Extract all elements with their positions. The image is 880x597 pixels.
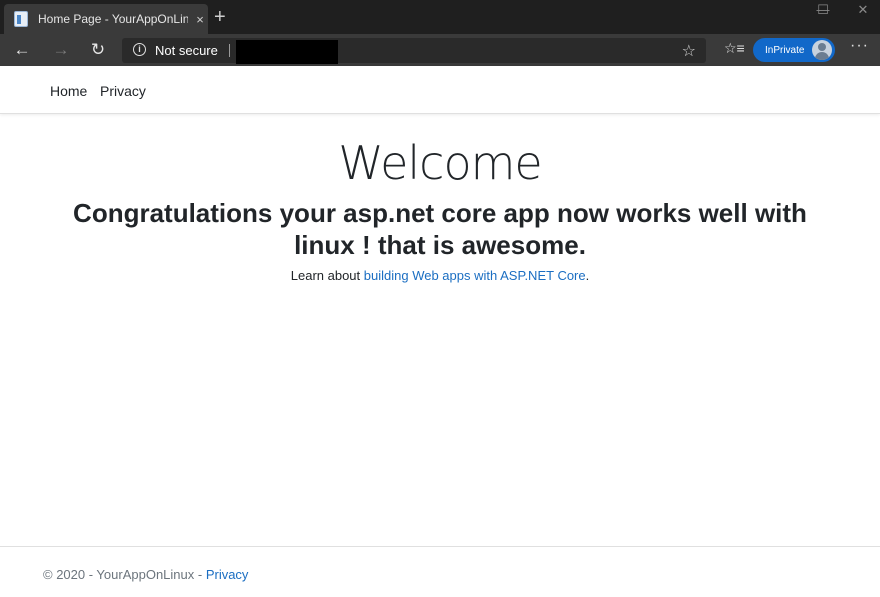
info-icon[interactable]: i (133, 43, 146, 56)
congrats-message: Congratulations your asp.net core app no… (73, 198, 807, 260)
new-tab-icon[interactable]: + (214, 6, 226, 28)
nav-link-privacy[interactable]: Privacy (100, 83, 146, 99)
nav-link-home[interactable]: Home (50, 83, 87, 99)
forward-icon[interactable]: → (49, 39, 73, 61)
maximize-icon[interactable]: ☐ (808, 2, 838, 18)
inprivate-label: InPrivate (765, 44, 805, 56)
footer-text: © 2020 - YourAppOnLinux - Privacy (43, 567, 248, 582)
back-icon[interactable]: ← (10, 39, 34, 61)
browser-tab[interactable]: Home Page - YourAppOnLinux × (4, 4, 208, 34)
learn-prefix: Learn about (290, 268, 364, 283)
security-label[interactable]: Not secure (155, 43, 218, 58)
browser-toolbar: ← → ↻ i Not secure ☆ ☆≡ InPrivate ··· (0, 34, 880, 66)
footer: © 2020 - YourAppOnLinux - Privacy (0, 546, 880, 597)
main-content: Welcome Congratulations your asp.net cor… (0, 114, 880, 546)
learn-paragraph: Learn about building Web apps with ASP.N… (0, 268, 880, 283)
close-icon[interactable]: × (192, 12, 208, 27)
tab-title: Home Page - YourAppOnLinux (38, 12, 188, 26)
learn-link[interactable]: building Web apps with ASP.NET Core (364, 268, 586, 283)
profile-avatar-icon (812, 40, 832, 60)
footer-privacy-link[interactable]: Privacy (206, 567, 249, 582)
inprivate-button[interactable]: InPrivate (753, 38, 835, 62)
more-options-icon[interactable]: ··· (850, 37, 869, 55)
address-bar[interactable]: i Not secure ☆ (122, 38, 706, 64)
site-navbar: Home Privacy (0, 66, 880, 114)
refresh-icon[interactable]: ↻ (86, 39, 110, 61)
address-divider (229, 44, 230, 57)
page-title: Welcome (338, 136, 542, 190)
url-redacted[interactable] (236, 40, 338, 64)
browser-tab-bar: Home Page - YourAppOnLinux × + — ☐ ✕ (0, 0, 880, 34)
favorite-star-icon[interactable]: ☆ (682, 41, 696, 61)
favorites-icon[interactable]: ☆≡ (724, 40, 745, 57)
copyright-text: © 2020 - YourAppOnLinux - (43, 567, 206, 582)
window-close-icon[interactable]: ✕ (848, 2, 878, 18)
learn-suffix: . (585, 268, 590, 283)
page-icon (14, 11, 28, 27)
